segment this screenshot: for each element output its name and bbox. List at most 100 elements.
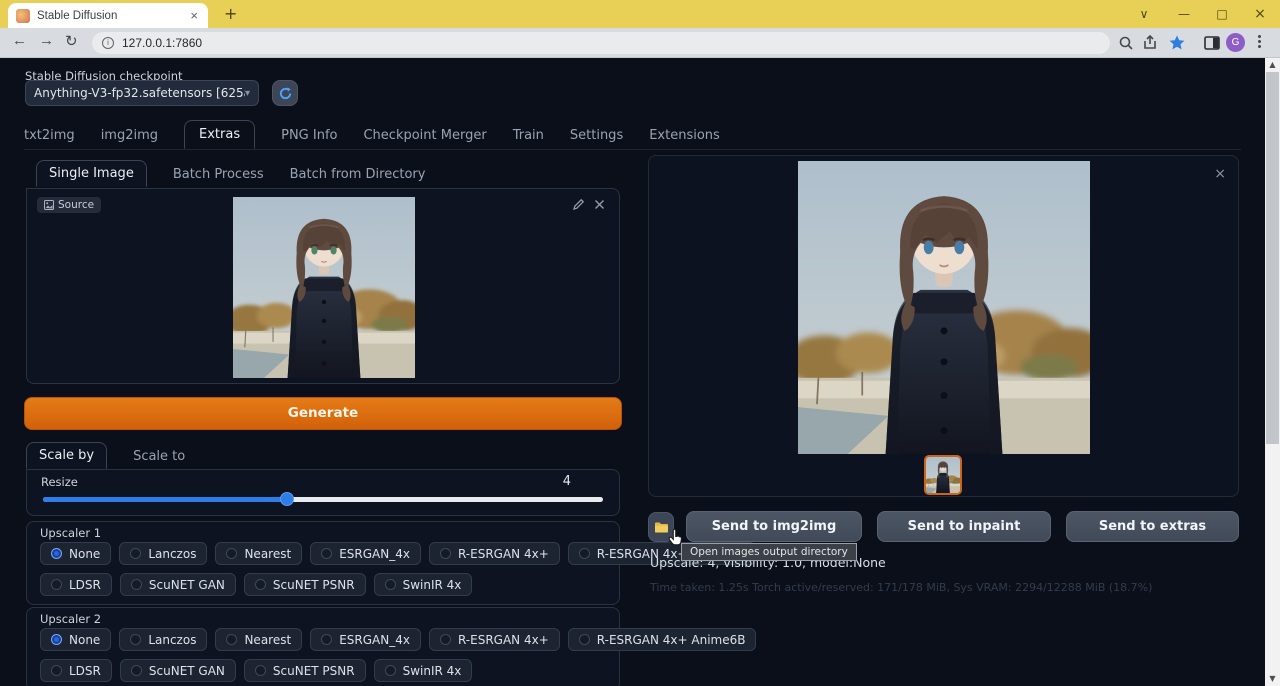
tab-png-info[interactable]: PNG Info — [281, 122, 337, 149]
folder-button-tooltip: Open images output directory — [681, 543, 857, 561]
upscaler1-option-nearest[interactable]: Nearest — [215, 542, 302, 565]
scrollbar-thumb[interactable] — [1266, 72, 1279, 444]
window-minimize-icon[interactable]: — — [1166, 0, 1202, 28]
address-bar[interactable]: i 127.0.0.1:7860 — [92, 32, 1110, 54]
tab-txt2img[interactable]: txt2img — [24, 122, 75, 149]
edit-image-icon[interactable] — [572, 198, 585, 211]
browser-toolbar: ← → ↻ i 127.0.0.1:7860 G — [0, 28, 1280, 58]
radio-icon — [255, 665, 266, 676]
share-icon[interactable] — [1141, 34, 1159, 52]
upscaler2-option-nearest[interactable]: Nearest — [215, 628, 302, 651]
upscaler2-option-scunet-psnr[interactable]: ScuNET PSNR — [244, 659, 366, 682]
upscaler2-option-none[interactable]: None — [40, 628, 111, 651]
image-icon — [44, 200, 54, 210]
new-tab-button[interactable]: + — [224, 4, 237, 23]
clear-image-icon[interactable] — [593, 198, 606, 211]
stable-diffusion-favicon-icon — [16, 9, 30, 23]
radio-icon — [579, 548, 590, 559]
tab-batch-from-directory[interactable]: Batch from Directory — [290, 162, 426, 187]
radio-icon — [130, 634, 141, 645]
gallery-close-icon[interactable]: × — [1214, 166, 1226, 182]
refresh-checkpoint-button[interactable] — [272, 80, 298, 106]
upscaler1-option-lanczos[interactable]: Lanczos — [119, 542, 207, 565]
browser-tab-title: Stable Diffusion — [37, 10, 188, 22]
upscaler2-option-esrgan4x[interactable]: ESRGAN_4x — [310, 628, 421, 651]
reload-icon[interactable]: ↻ — [65, 32, 78, 50]
profile-avatar[interactable]: G — [1226, 33, 1245, 52]
tab-extensions[interactable]: Extensions — [649, 122, 720, 149]
upscaler2-panel: Upscaler 2 None Lanczos Nearest ESRGAN_4… — [26, 607, 620, 686]
radio-icon — [440, 634, 451, 645]
window-maximize-icon[interactable]: □ — [1204, 0, 1240, 28]
forward-icon[interactable]: → — [39, 32, 54, 49]
upscaler1-option-none[interactable]: None — [40, 542, 111, 565]
tab-batch-process[interactable]: Batch Process — [173, 162, 264, 187]
side-panel-icon[interactable] — [1203, 34, 1221, 52]
radio-icon — [131, 579, 142, 590]
result-gallery: × — [648, 155, 1239, 497]
browser-menu-icon[interactable] — [1257, 33, 1261, 50]
upscaler1-label: Upscaler 1 — [40, 526, 101, 540]
source-image[interactable] — [233, 197, 415, 378]
tab-extras[interactable]: Extras — [184, 120, 255, 149]
scale-tabs: Scale by Scale to — [26, 442, 185, 469]
generate-button[interactable]: Generate — [24, 397, 622, 430]
stable-diffusion-webui: Stable Diffusion checkpoint Anything-V3-… — [0, 58, 1265, 686]
upscaler2-option-swinir4x[interactable]: SwinIR 4x — [374, 659, 473, 682]
radio-selected-icon — [51, 548, 62, 559]
back-icon[interactable]: ← — [12, 32, 27, 49]
scroll-up-icon[interactable]: ▲ — [1265, 58, 1280, 72]
source-image-dropzone[interactable]: Source — [26, 188, 620, 384]
send-to-img2img-button[interactable]: Send to img2img — [686, 511, 862, 542]
radio-icon — [226, 634, 237, 645]
upscaler1-option-scunet-gan[interactable]: ScuNET GAN — [120, 573, 236, 596]
browser-tab[interactable]: Stable Diffusion × — [8, 3, 208, 28]
tab-close-icon[interactable]: × — [188, 8, 200, 23]
tab-train[interactable]: Train — [513, 122, 544, 149]
slider-handle[interactable] — [280, 492, 294, 506]
upscaler1-option-resrgan4x[interactable]: R-ESRGAN 4x+ — [429, 542, 560, 565]
page-scrollbar[interactable]: ▲ ▼ — [1265, 58, 1280, 686]
scroll-down-icon[interactable]: ▼ — [1265, 672, 1280, 686]
window-menu-icon[interactable]: ∨ — [1126, 0, 1162, 28]
upscaler2-option-lanczos[interactable]: Lanczos — [119, 628, 207, 651]
chevron-down-icon: ▾ — [245, 88, 250, 99]
upscaler1-option-ldsr[interactable]: LDSR — [40, 573, 112, 596]
extras-mode-tabs: Single Image Batch Process Batch from Di… — [36, 160, 425, 187]
result-thumbnail[interactable] — [924, 455, 962, 495]
checkpoint-value: Anything-V3-fp32.safetensors [625a2ba2] — [34, 86, 245, 100]
resize-slider[interactable] — [43, 497, 603, 502]
upscaler1-option-esrgan4x[interactable]: ESRGAN_4x — [310, 542, 421, 565]
send-to-extras-button[interactable]: Send to extras — [1066, 511, 1239, 542]
checkpoint-dropdown[interactable]: Anything-V3-fp32.safetensors [625a2ba2] … — [25, 80, 259, 106]
tab-checkpoint-merger[interactable]: Checkpoint Merger — [363, 122, 486, 149]
radio-icon — [51, 579, 62, 590]
window-close-icon[interactable]: × — [1242, 0, 1278, 28]
radio-selected-icon — [51, 634, 62, 645]
tab-single-image[interactable]: Single Image — [36, 160, 147, 187]
site-info-icon[interactable]: i — [102, 37, 114, 49]
upscaler2-option-scunet-gan[interactable]: ScuNET GAN — [120, 659, 236, 682]
radio-icon — [130, 548, 141, 559]
radio-icon — [579, 634, 590, 645]
radio-icon — [226, 548, 237, 559]
thumbnail-image — [926, 457, 960, 493]
resize-value-input[interactable]: 4 — [563, 474, 571, 489]
radio-icon — [51, 665, 62, 676]
send-to-inpaint-button[interactable]: Send to inpaint — [877, 511, 1051, 542]
tab-scale-by[interactable]: Scale by — [26, 442, 107, 469]
upscaler1-panel: Upscaler 1 None Lanczos Nearest ESRGAN_4… — [26, 521, 620, 605]
screen: Stable Diffusion × + ∨ — □ × ← → ↻ i 127… — [0, 0, 1280, 686]
tab-scale-to[interactable]: Scale to — [133, 444, 185, 469]
upscaler1-option-swinir4x[interactable]: SwinIR 4x — [374, 573, 473, 596]
bookmark-star-icon[interactable] — [1168, 34, 1186, 52]
tab-settings[interactable]: Settings — [570, 122, 623, 149]
upscaler1-option-scunet-psnr[interactable]: ScuNET PSNR — [244, 573, 366, 596]
tab-img2img[interactable]: img2img — [101, 122, 158, 149]
zoom-icon[interactable] — [1117, 34, 1135, 52]
result-image[interactable] — [798, 161, 1090, 454]
upscaler2-option-resrgan-anime6b[interactable]: R-ESRGAN 4x+ Anime6B — [568, 628, 757, 651]
upscaler2-option-ldsr[interactable]: LDSR — [40, 659, 112, 682]
upscaler2-option-resrgan4x[interactable]: R-ESRGAN 4x+ — [429, 628, 560, 651]
footer-stats-text: Time taken: 1.25s Torch active/reserved:… — [650, 581, 1152, 594]
